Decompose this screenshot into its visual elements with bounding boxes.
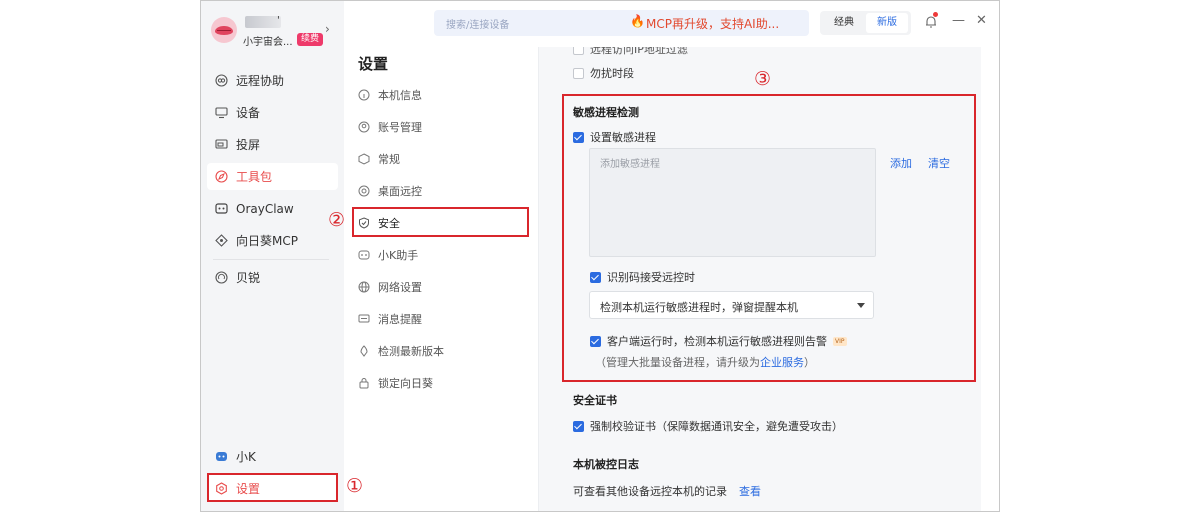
search-placeholder: 搜索/连接设备	[446, 20, 510, 31]
view-log-link[interactable]: 查看	[739, 483, 761, 499]
controlled-log-row: 可查看其他设备远控本机的记录 查看	[573, 483, 761, 499]
highlight-sensitive-process	[562, 94, 976, 382]
settings-menu-label: 账号管理	[378, 121, 422, 134]
cert-label: 强制校验证书（保障数据通讯安全，避免遭受攻击）	[590, 420, 843, 433]
fire-icon: 🔥	[630, 14, 645, 28]
settings-menu-label: 检测最新版本	[378, 345, 444, 358]
settings-menu-label: 常规	[378, 153, 400, 166]
membership-label: 小宇宙会...	[243, 37, 293, 48]
sidebar-item-label: 工具包	[236, 170, 273, 184]
sidebar-item-label: 小K	[236, 450, 256, 464]
settings-menu-label: 网络设置	[378, 281, 422, 294]
settings-menu-label: 小K助手	[378, 249, 419, 262]
mcp-icon	[215, 234, 228, 247]
user-profile[interactable]: ' 小宇宙会... 续费 ›	[209, 15, 337, 49]
settings-menu-general[interactable]: 常规	[358, 149, 400, 169]
highlight-security	[352, 207, 529, 237]
settings-menu-account[interactable]: 账号管理	[358, 117, 422, 137]
compass-icon	[215, 170, 228, 183]
remote-assist-icon	[215, 74, 228, 87]
settings-menu-label: 锁定向日葵	[378, 377, 433, 390]
marker-two: ②	[328, 209, 346, 231]
sidebar-item-mcp[interactable]: 向日葵MCP	[207, 227, 338, 254]
monitor-icon	[215, 106, 228, 119]
cast-screen-icon	[215, 138, 228, 151]
cert-title: 安全证书	[573, 394, 617, 407]
ip-filter-checkbox[interactable]	[573, 47, 584, 55]
globe-icon	[358, 281, 370, 293]
update-icon	[358, 345, 370, 357]
cert-row[interactable]: 强制校验证书（保障数据通讯安全，避免遭受攻击）	[573, 418, 843, 434]
marker-three: ③	[754, 68, 772, 90]
close-icon[interactable]: ✕	[976, 13, 987, 28]
divider	[213, 259, 329, 260]
dnd-checkbox[interactable]	[573, 67, 584, 79]
settings-menu-lock[interactable]: 锁定向日葵	[358, 373, 433, 393]
oray-icon	[215, 271, 228, 284]
settings-menu-messages[interactable]: 消息提醒	[358, 309, 422, 329]
sidebar-item-label: OrayClaw	[236, 201, 294, 216]
notification-dot	[933, 12, 938, 17]
controlled-log-title: 本机被控日志	[573, 458, 639, 471]
mode-new-button[interactable]: 新版	[866, 13, 908, 33]
settings-menu-network[interactable]: 网络设置	[358, 277, 422, 297]
marker-one: ①	[346, 475, 364, 497]
sidebar-item-xiaok[interactable]: 小K	[207, 443, 338, 470]
robot-icon	[358, 249, 370, 261]
mode-switch[interactable]: 经典 新版	[820, 11, 911, 35]
settings-menu-label: 桌面远控	[378, 185, 422, 198]
promo-banner[interactable]: MCP再升级，支持AI助...	[646, 15, 779, 32]
settings-menu-label: 消息提醒	[378, 313, 422, 326]
highlight-settings	[207, 473, 338, 502]
search-input[interactable]: 搜索/连接设备 🔥 MCP再升级，支持AI助...	[434, 10, 809, 36]
account-icon	[358, 121, 370, 133]
minimize-icon[interactable]: —	[952, 13, 965, 28]
cube-icon	[358, 153, 370, 165]
username-blurred	[245, 16, 281, 28]
settings-menu-assistant[interactable]: 小K助手	[358, 245, 418, 265]
username-mark: '	[277, 15, 280, 26]
sidebar-item-label: 投屏	[236, 138, 261, 152]
info-icon	[358, 89, 370, 101]
cert-checkbox[interactable]	[573, 420, 584, 432]
mode-classic-button[interactable]: 经典	[823, 13, 865, 33]
sidebar-item-oray[interactable]: 贝锐	[207, 264, 338, 291]
controlled-log-desc: 可查看其他设备远控本机的记录	[573, 485, 727, 498]
sidebar-item-label: 贝锐	[236, 271, 261, 285]
settings-menu-label: 本机信息	[378, 89, 422, 102]
app-window: ' 小宇宙会... 续费 › 远程协助 设备 投屏 工具包 OrayClaw 向…	[200, 0, 1000, 512]
dnd-label: 勿扰时段	[590, 67, 634, 80]
settings-menu-info[interactable]: 本机信息	[358, 85, 422, 105]
renew-badge[interactable]: 续费	[297, 33, 324, 46]
lock-icon	[358, 377, 370, 389]
ip-filter-row[interactable]: 远程访问IP地址过滤	[573, 47, 688, 57]
sidebar-item-devices[interactable]: 设备	[207, 99, 338, 126]
sidebar-item-label: 远程协助	[236, 74, 285, 88]
claw-icon	[215, 202, 228, 215]
sidebar-item-toolkit[interactable]: 工具包	[207, 163, 338, 190]
chevron-right-icon[interactable]: ›	[325, 22, 330, 36]
sidebar-item-cast[interactable]: 投屏	[207, 131, 338, 158]
sidebar-item-label: 设备	[236, 106, 261, 120]
robot-icon	[215, 450, 228, 463]
settings-menu-desktop[interactable]: 桌面远控	[358, 181, 422, 201]
ip-filter-label: 远程访问IP地址过滤	[590, 47, 688, 56]
left-sidebar: ' 小宇宙会... 续费 › 远程协助 设备 投屏 工具包 OrayClaw 向…	[201, 1, 344, 511]
avatar[interactable]	[211, 17, 237, 43]
sidebar-item-label: 向日葵MCP	[236, 234, 298, 248]
page-title: 设置	[358, 55, 389, 73]
message-icon	[358, 313, 370, 325]
sidebar-item-orayclaw[interactable]: OrayClaw	[207, 195, 338, 222]
sidebar-item-remote-assist[interactable]: 远程协助	[207, 67, 338, 94]
settings-menu-update[interactable]: 检测最新版本	[358, 341, 444, 361]
dnd-row[interactable]: 勿扰时段	[573, 65, 634, 81]
desktop-icon	[358, 185, 370, 197]
